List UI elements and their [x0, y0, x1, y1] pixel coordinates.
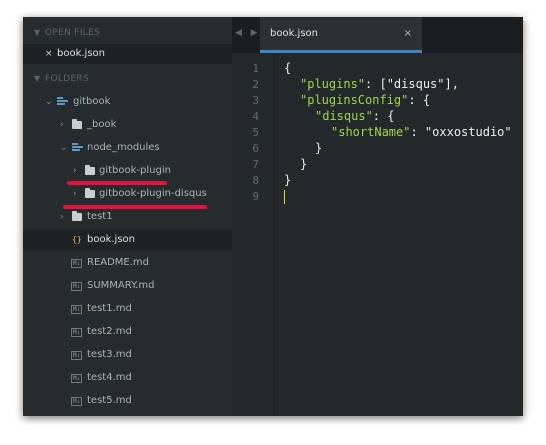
tree-folder-test1[interactable]: › test1 [23, 207, 232, 227]
json-file-icon: {} [72, 235, 82, 244]
code-editor[interactable]: 1 2 3 4 5 6 7 8 9 { "plugins": ["disqus"… [232, 53, 523, 416]
collapse-triangle-icon: ▼ [34, 74, 41, 83]
tree-file-readme[interactable]: M↓ README.md [23, 253, 232, 273]
chevron-right-icon: › [60, 212, 64, 222]
code-line-4: "disqus": { [315, 109, 395, 123]
folder-icon [85, 165, 95, 175]
code-line-2: "plugins": ["disqus"], [300, 77, 459, 91]
open-file-book-json[interactable]: × book.json [23, 44, 232, 64]
text-cursor [284, 190, 285, 204]
code-line-7: } [300, 157, 308, 171]
open-files-header[interactable]: ▼ OPEN FILES [23, 24, 232, 42]
tree-folder-gitbook-plugin[interactable]: › gitbook-plugin [23, 161, 232, 181]
markdown-file-icon: M↓ [71, 351, 83, 360]
chevron-down-icon: ⌄ [60, 143, 68, 153]
repo-folder-icon [57, 97, 68, 106]
code-line-1: { [284, 61, 292, 75]
markdown-file-icon: M↓ [71, 374, 83, 383]
line-number-gutter: 1 2 3 4 5 6 7 8 9 [232, 53, 274, 416]
code-line-8: } [284, 173, 292, 187]
code-line-6: } [315, 141, 323, 155]
tree-file-test2[interactable]: M↓ test2.md [23, 322, 232, 342]
tree-file-test5[interactable]: M↓ test5.md [23, 391, 232, 411]
chevron-right-icon: › [73, 189, 77, 199]
tab-nav-arrows-icon[interactable]: ◀ ▶ [235, 28, 261, 38]
folders-header[interactable]: ▼ FOLDERS [23, 70, 232, 88]
markdown-file-icon: M↓ [71, 397, 83, 406]
code-line-3: "pluginsConfig": { [300, 93, 431, 107]
folder-icon [72, 211, 82, 221]
markdown-file-icon: M↓ [71, 305, 83, 314]
tree-folder-book[interactable]: › _book [23, 115, 232, 135]
markdown-file-icon: M↓ [71, 282, 83, 291]
tree-folder-node-modules[interactable]: ⌄ node_modules [23, 138, 232, 158]
tab-book-json[interactable]: book.json × [260, 17, 422, 50]
folder-icon [85, 188, 95, 198]
collapse-triangle-icon: ▼ [34, 28, 41, 37]
close-icon[interactable]: × [404, 17, 412, 51]
tree-folder-gitbook[interactable]: ⌄ gitbook [23, 92, 232, 112]
folder-icon [72, 119, 82, 129]
editor-window: ▼ OPEN FILES × book.json ▼ FOLDERS ⌄ git… [23, 17, 523, 416]
chevron-right-icon: › [73, 166, 77, 176]
markdown-file-icon: M↓ [71, 259, 83, 268]
markdown-file-icon: M↓ [71, 328, 83, 337]
sidebar: ▼ OPEN FILES × book.json ▼ FOLDERS ⌄ git… [23, 17, 232, 416]
close-icon[interactable]: × [45, 44, 53, 64]
tree-folder-gitbook-plugin-disqus[interactable]: › gitbook-plugin-disqus [23, 184, 232, 204]
code-line-5: "shortName": "oxxostudio" [331, 125, 512, 139]
tree-file-test4[interactable]: M↓ test4.md [23, 368, 232, 388]
tree-file-test1[interactable]: M↓ test1.md [23, 299, 232, 319]
chevron-down-icon: ⌄ [45, 97, 53, 107]
repo-folder-icon [72, 143, 83, 152]
gutter-divider [274, 53, 275, 416]
tab-bar: ◀ ▶ book.json × [232, 17, 523, 53]
tree-file-book-json[interactable]: {} book.json [23, 230, 232, 250]
chevron-right-icon: › [60, 120, 64, 130]
tree-file-test3[interactable]: M↓ test3.md [23, 345, 232, 365]
tree-file-summary[interactable]: M↓ SUMMARY.md [23, 276, 232, 296]
